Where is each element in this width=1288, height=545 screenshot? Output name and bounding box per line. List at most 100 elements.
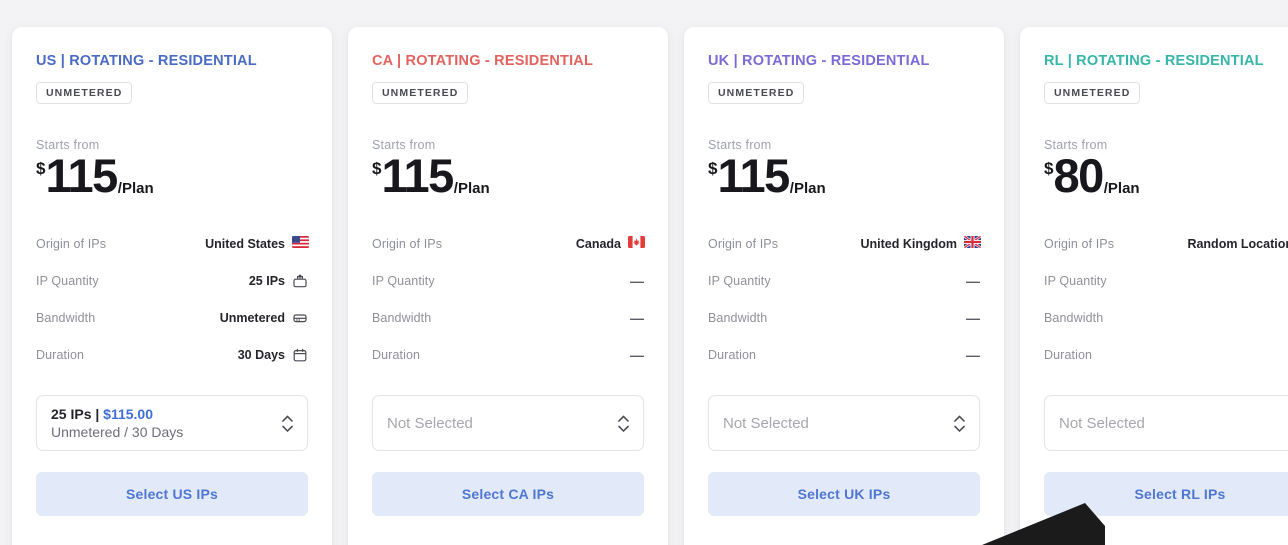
price-amount: 115 — [717, 149, 790, 203]
spec-label-bandwidth: Bandwidth — [708, 310, 768, 325]
spec-value-duration: 30 Days — [237, 347, 285, 362]
spec-label-origin: Origin of IPs — [372, 236, 443, 251]
plan-select-dropdown[interactable]: Not Selected — [372, 395, 644, 452]
spec-row-bandwidth: Bandwidth — — [708, 299, 980, 336]
spec-value-origin: United Kingdom — [860, 236, 957, 251]
spec-value-duration: — — [630, 346, 644, 363]
flag-uk-icon — [964, 235, 981, 252]
select-ips-button[interactable]: Select US IPs — [36, 472, 308, 517]
plan-card-title: CA | ROTATING - RESIDENTIAL — [372, 53, 594, 69]
spec-value-bandwidth: — — [630, 309, 644, 326]
spec-row-origin: Origin of IPs United States — [36, 225, 309, 262]
plan-select-placeholder: Not Selected — [723, 414, 809, 432]
spec-label-duration: Duration — [36, 347, 85, 362]
spec-value-origin: Canada — [575, 236, 621, 251]
plan-card-title: UK | ROTATING - RESIDENTIAL — [708, 53, 930, 69]
spec-value-wrap-duration: — — [966, 348, 980, 362]
flag-us-icon — [292, 235, 309, 252]
spec-value-wrap-quantity: — — [966, 274, 980, 288]
spec-value-wrap-origin: United States — [205, 235, 309, 252]
spec-label-origin: Origin of IPs — [1044, 236, 1115, 251]
plan-price: $ 115 /Plan — [708, 149, 980, 203]
unmetered-badge: UNMETERED — [1044, 82, 1141, 105]
spec-row-duration: Duration 30 Days — [36, 336, 308, 373]
plan-select-dropdown[interactable]: Not Selected — [1044, 395, 1288, 452]
spec-label-duration: Duration — [1044, 347, 1093, 362]
plan-select-dropdown[interactable]: 25 IPs | $115.00 Unmetered / 30 Days — [36, 395, 308, 452]
spec-list: Origin of IPs United States IP Quantity … — [36, 225, 309, 373]
price-per-unit: /Plan — [453, 180, 490, 198]
spec-row-bandwidth: Bandwidth — — [372, 299, 644, 336]
chevron-updown-icon — [282, 415, 293, 432]
plan-card-list: US | ROTATING - RESIDENTIAL UNMETERED St… — [12, 27, 1288, 545]
select-ips-button[interactable]: Select UK IPs — [708, 472, 980, 517]
spec-label-bandwidth: Bandwidth — [1044, 310, 1104, 325]
currency-symbol: $ — [36, 159, 46, 179]
spec-list: Origin of IPs United Kingdom IP Quantity… — [708, 225, 981, 373]
select-ips-button[interactable]: Select RL IPs — [1044, 472, 1288, 517]
price-per-unit: /Plan — [117, 180, 154, 198]
currency-symbol: $ — [372, 159, 382, 179]
select-ips-button[interactable]: Select CA IPs — [372, 472, 644, 517]
spec-value-wrap-quantity: — — [630, 274, 644, 288]
spec-row-origin: Origin of IPs United Kingdom — [708, 225, 981, 262]
spec-row-quantity: IP Quantity 25 IPs — [36, 262, 308, 299]
selected-plan-line2: Unmetered / 30 Days — [51, 424, 184, 441]
plan-select-placeholder: Not Selected — [387, 414, 473, 432]
selected-plan-price: $115.00 — [103, 406, 154, 423]
spec-value-duration: — — [966, 346, 980, 363]
price-amount: 115 — [381, 149, 454, 203]
price-amount: 80 — [1053, 149, 1104, 203]
plan-card: RL | ROTATING - RESIDENTIAL UNMETERED St… — [1020, 27, 1288, 545]
spec-row-quantity: IP Quantity — — [372, 262, 644, 299]
spec-label-origin: Origin of IPs — [708, 236, 779, 251]
box-upload-icon — [292, 273, 308, 289]
calendar-icon — [292, 347, 308, 363]
spec-row-duration: Duration — — [708, 336, 980, 373]
flag-ca-icon — [628, 235, 645, 252]
price-per-unit: /Plan — [1103, 180, 1140, 198]
spec-label-quantity: IP Quantity — [708, 273, 771, 288]
plan-price: $ 115 /Plan — [372, 149, 644, 203]
pricing-plans-page: US | ROTATING - RESIDENTIAL UNMETERED St… — [0, 0, 1288, 545]
spec-label-bandwidth: Bandwidth — [372, 310, 432, 325]
spec-value-bandwidth: Unmetered — [219, 310, 285, 325]
spec-list: Origin of IPs Random Location IP Quantit… — [1044, 225, 1288, 373]
chevron-updown-icon — [618, 415, 629, 432]
spec-row-bandwidth: Bandwidth Unmetered — [36, 299, 308, 336]
unmetered-badge: UNMETERED — [372, 82, 469, 105]
server-icon — [292, 310, 308, 326]
spec-value-quantity: — — [966, 272, 980, 289]
spec-row-bandwidth: Bandwidth — — [1044, 299, 1288, 336]
spec-value-wrap-origin: Canada — [575, 235, 645, 252]
plan-card-title: RL | ROTATING - RESIDENTIAL — [1044, 53, 1264, 69]
price-per-unit: /Plan — [789, 180, 826, 198]
spec-value-wrap-origin: United Kingdom — [860, 235, 981, 252]
plan-card: US | ROTATING - RESIDENTIAL UNMETERED St… — [12, 27, 332, 545]
spec-value-wrap-bandwidth: — — [966, 311, 980, 325]
spec-value-wrap-duration: 30 Days — [238, 347, 308, 363]
spec-label-origin: Origin of IPs — [36, 236, 107, 251]
plan-select-dropdown[interactable]: Not Selected — [708, 395, 980, 452]
spec-value-origin: United States — [205, 236, 285, 251]
selected-plan-qty: 25 IPs | — [51, 406, 104, 423]
spec-label-quantity: IP Quantity — [36, 273, 99, 288]
plan-card: CA | ROTATING - RESIDENTIAL UNMETERED St… — [348, 27, 668, 545]
spec-value-quantity: 25 IPs — [248, 273, 285, 288]
spec-row-origin: Origin of IPs Canada — [372, 225, 645, 262]
unmetered-badge: UNMETERED — [708, 82, 805, 105]
currency-symbol: $ — [708, 159, 718, 179]
selected-plan-line1: 25 IPs | $115.00 — [51, 406, 183, 422]
price-amount: 115 — [45, 149, 118, 203]
currency-symbol: $ — [1044, 159, 1054, 179]
chevron-updown-icon — [954, 415, 965, 432]
spec-value-wrap-duration: — — [630, 348, 644, 362]
spec-row-quantity: IP Quantity — — [1044, 262, 1288, 299]
spec-row-origin: Origin of IPs Random Location — [1044, 225, 1288, 262]
spec-label-bandwidth: Bandwidth — [36, 310, 96, 325]
spec-label-duration: Duration — [708, 347, 757, 362]
plan-card: UK | ROTATING - RESIDENTIAL UNMETERED St… — [684, 27, 1004, 545]
spec-row-quantity: IP Quantity — — [708, 262, 980, 299]
plan-select-placeholder: Not Selected — [1059, 414, 1145, 432]
spec-list: Origin of IPs Canada IP Quantity — Bandw… — [372, 225, 645, 373]
